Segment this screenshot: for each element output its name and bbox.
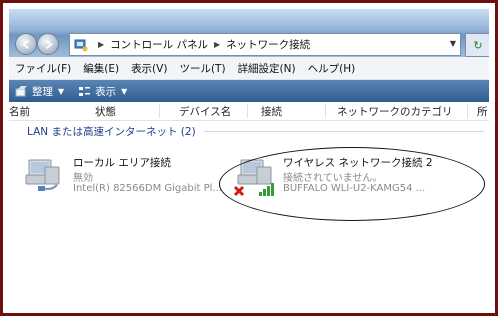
- breadcrumb-control-panel[interactable]: コントロール パネル: [110, 37, 208, 52]
- empty-list-area: [9, 221, 489, 305]
- control-panel-icon: [74, 39, 88, 51]
- breadcrumb-network-connections[interactable]: ネットワーク接続: [226, 37, 310, 52]
- connection-device: BUFFALO WLI-U2-KAMG54 ...: [283, 183, 426, 194]
- wired-network-icon: [25, 159, 60, 191]
- column-divider[interactable]: [159, 104, 160, 118]
- view-button[interactable]: 表示 ▼: [78, 84, 127, 99]
- address-bar-area: ▶ コントロール パネル ▶ ネットワーク接続 ▼ ↻: [9, 9, 489, 57]
- network-connections-window: ▶ コントロール パネル ▶ ネットワーク接続 ▼ ↻ ファイル(F) 編集(E…: [9, 9, 489, 305]
- breadcrumb-separator-icon: ▶: [98, 40, 105, 49]
- forward-arrow-icon: [45, 39, 53, 49]
- toolbar: 整理 ▼ 表示 ▼: [9, 80, 489, 102]
- column-status[interactable]: 状態: [95, 104, 116, 119]
- view-dropdown-icon: ▼: [121, 86, 128, 96]
- column-name[interactable]: 名前: [9, 104, 30, 119]
- connection-device: Intel(R) 82566DM Gigabit Pl...: [73, 183, 222, 194]
- menu-advanced[interactable]: 詳細設定(N): [232, 61, 302, 76]
- back-button[interactable]: [15, 33, 37, 55]
- group-header[interactable]: LAN または高速インターネット (2): [27, 124, 196, 139]
- menu-file[interactable]: ファイル(F): [9, 61, 77, 76]
- back-arrow-icon: [21, 39, 29, 49]
- forward-button[interactable]: [37, 33, 59, 55]
- address-field[interactable]: ▶ コントロール パネル ▶ ネットワーク接続 ▼: [69, 33, 461, 56]
- group-divider: [204, 131, 484, 132]
- connection-name: ローカル エリア接続: [73, 157, 171, 169]
- menu-bar: ファイル(F) 編集(E) 表示(V) ツール(T) 詳細設定(N) ヘルプ(H…: [9, 57, 489, 80]
- address-dropdown-icon[interactable]: ▼: [450, 39, 456, 48]
- red-x-icon: [233, 185, 245, 197]
- screenshot-frame: ▶ コントロール パネル ▶ ネットワーク接続 ▼ ↻ ファイル(F) 編集(E…: [0, 0, 498, 316]
- column-network-category[interactable]: ネットワークのカテゴリ: [337, 104, 453, 119]
- organize-dropdown-icon: ▼: [58, 86, 65, 96]
- column-divider[interactable]: [247, 104, 248, 118]
- column-owner[interactable]: 所: [477, 104, 488, 119]
- views-icon: [79, 86, 91, 96]
- menu-edit[interactable]: 編集(E): [77, 61, 125, 76]
- wireless-network-icon: [233, 159, 274, 197]
- column-divider[interactable]: [467, 104, 468, 118]
- refresh-icon: ↻: [473, 38, 483, 52]
- connection-status: 接続されていません。: [283, 173, 383, 184]
- column-divider[interactable]: [325, 104, 326, 118]
- organize-label: 整理: [32, 85, 53, 98]
- connection-name: ワイヤレス ネットワーク接続 2: [283, 157, 433, 169]
- breadcrumb-separator-icon: ▶: [214, 40, 221, 49]
- menu-help[interactable]: ヘルプ(H): [302, 61, 362, 76]
- refresh-button[interactable]: ↻: [465, 33, 489, 57]
- signal-bars-icon: [259, 183, 274, 196]
- menu-tools[interactable]: ツール(T): [173, 61, 231, 76]
- organize-button[interactable]: 整理 ▼: [15, 84, 64, 99]
- menu-view[interactable]: 表示(V): [125, 61, 173, 76]
- view-label: 表示: [95, 85, 117, 98]
- connection-status: 無効: [73, 173, 93, 184]
- organize-icon: [15, 85, 27, 96]
- column-headers: 名前 状態 デバイス名 接続 ネットワークのカテゴリ 所: [9, 102, 489, 121]
- column-connection[interactable]: 接続: [261, 104, 282, 119]
- column-device-name[interactable]: デバイス名: [179, 104, 231, 119]
